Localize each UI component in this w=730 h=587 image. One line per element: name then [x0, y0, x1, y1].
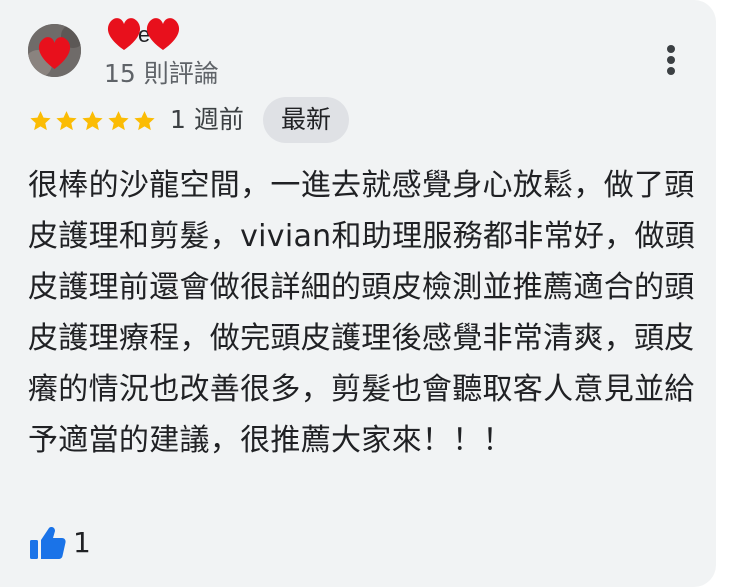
heart-mask-icon — [107, 18, 141, 50]
avatar[interactable] — [28, 24, 81, 77]
avatar-image — [28, 24, 81, 77]
star-icon — [82, 111, 103, 131]
like-button[interactable] — [28, 524, 66, 562]
review-date: 1 週前 — [170, 105, 244, 134]
like-count: 1 — [73, 526, 91, 559]
star-icon — [56, 111, 77, 131]
more-vert-icon — [667, 45, 675, 75]
heart-mask-icon — [146, 18, 180, 50]
more-options-button[interactable] — [656, 42, 686, 82]
star-rating — [28, 107, 157, 137]
thumbs-up-icon — [30, 527, 66, 559]
reviewer-review-count[interactable]: 15 則評論 — [104, 58, 219, 90]
review-text: 很棒的沙龍空間，一進去就感覺身心放鬆，做了頭皮護理和剪髮，vivian和助理服務… — [28, 168, 696, 458]
star-icon — [134, 111, 155, 131]
review-card: e 15 則評論 1 週前 最新 很棒的沙龍空間，一進去就感覺身心放鬆，做了頭皮… — [0, 0, 716, 587]
reviewer-name-mask: e — [102, 10, 192, 54]
star-icon — [108, 111, 129, 131]
newest-badge: 最新 — [263, 97, 349, 143]
star-icon — [30, 111, 51, 131]
